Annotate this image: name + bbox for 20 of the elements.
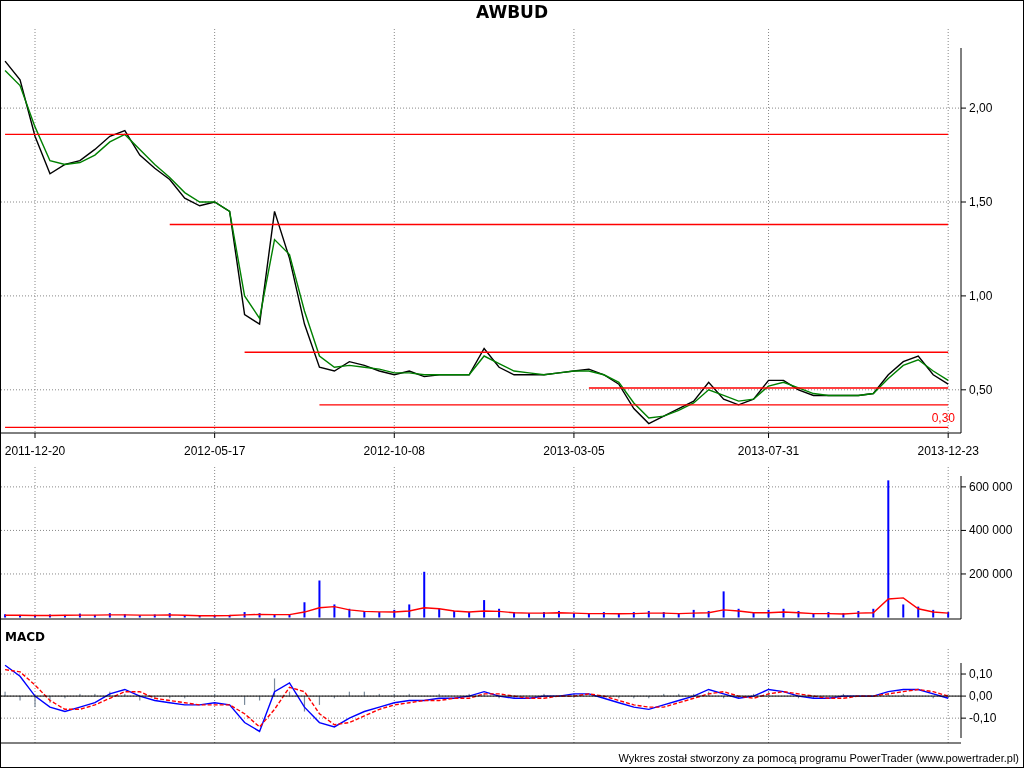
chart-title: AWBUD	[476, 2, 548, 22]
x-tick-label: 2012-05-17	[183, 444, 246, 458]
y-tick-label: 400 000	[969, 523, 1013, 538]
y-tick-label: 0,50	[969, 382, 993, 397]
y-tick-label: 0,00	[969, 689, 993, 704]
x-tick-label: 2011-12-20	[4, 444, 66, 458]
footer-credit: Wykres został stworzony za pomocą programu PowerTrader (www.powertrader.pl)	[618, 752, 1019, 764]
y-tick-label: 1,50	[969, 195, 993, 209]
y-tick-label: 0,10	[969, 667, 993, 682]
x-tick-label: 2013-03-05	[543, 444, 605, 458]
indicator-title: MACD	[5, 630, 45, 644]
y-tick-label: 1,00	[969, 288, 993, 303]
y-tick-label: 200 000	[969, 566, 1013, 581]
x-tick-label: 2013-07-31	[737, 444, 800, 458]
level-label: 0,30	[931, 411, 955, 426]
y-tick-label: -0,10	[969, 711, 997, 726]
x-tick-label: 2012-10-08	[363, 444, 425, 458]
x-tick-label: 2013-12-23	[917, 444, 979, 458]
y-tick-label: 600 000	[969, 479, 1013, 494]
y-tick-label: 2,00	[969, 101, 993, 116]
